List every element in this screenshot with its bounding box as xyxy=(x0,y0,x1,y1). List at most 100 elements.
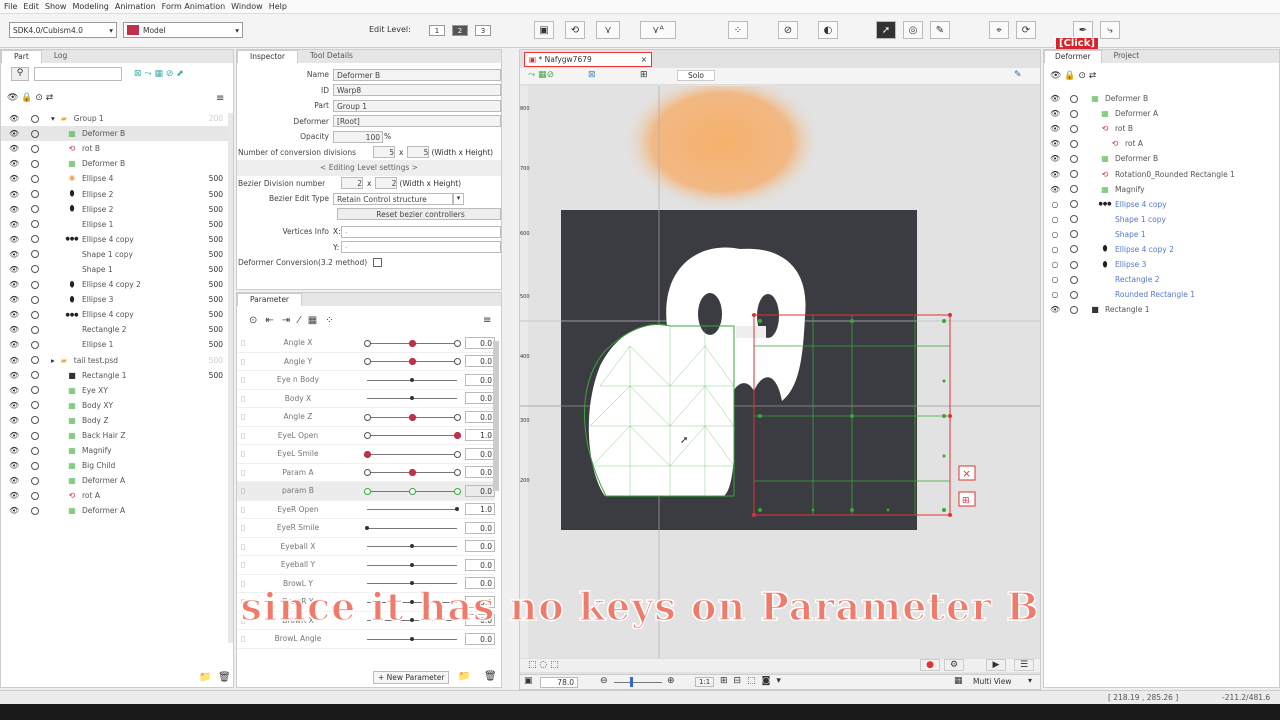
multi-view-label[interactable]: Multi View xyxy=(973,677,1012,686)
lock-toggle[interactable] xyxy=(31,371,39,380)
lock-toggle[interactable] xyxy=(31,446,39,455)
pin-icon[interactable]: ✎ xyxy=(1014,70,1022,80)
deformer-row[interactable]: 👁 ▦ Deformer A xyxy=(1044,106,1274,121)
part-row[interactable]: 👁 ●●● Ellipse 4 copy 500 xyxy=(1,307,231,322)
menu-item-window[interactable]: Window xyxy=(231,2,263,11)
eye-icon[interactable]: ○ xyxy=(1050,215,1060,224)
tab-project[interactable]: Project xyxy=(1102,50,1152,63)
parameter-slider[interactable] xyxy=(364,430,462,440)
conv-height-field[interactable]: 5 xyxy=(407,146,430,159)
mask-button[interactable]: ◐ xyxy=(818,21,838,39)
eye-icon[interactable]: 👁 xyxy=(9,310,19,319)
parameter-value-field[interactable]: 1.0 xyxy=(465,503,495,516)
deformer-row[interactable]: ○ Rounded Rectangle 1 xyxy=(1044,287,1274,302)
parameter-value-field[interactable]: 1.0 xyxy=(465,429,495,442)
eye-icon[interactable]: ○ xyxy=(1050,245,1060,254)
parameter-value-field[interactable]: 0.0 xyxy=(465,558,495,571)
eye-icon[interactable]: 👁 xyxy=(9,340,19,349)
bez-width-field[interactable]: 2 xyxy=(341,177,363,190)
eye-icon[interactable]: ○ xyxy=(1050,290,1060,299)
reset-bezier-button[interactable]: Reset bezier controllers xyxy=(337,208,501,221)
canvas-tab[interactable]: ▣ * Nafygw7679 × xyxy=(524,52,652,67)
parameter-value-field[interactable]: 0.0 xyxy=(465,447,495,460)
eye-icon[interactable]: 👁 xyxy=(9,144,19,153)
keyform-marker[interactable] xyxy=(454,358,462,366)
deformer-row[interactable]: ○ Rectangle 2 xyxy=(1044,272,1274,287)
mesh-icon[interactable]: ⊞ xyxy=(640,70,648,80)
eye-icon[interactable]: ○ xyxy=(1050,275,1060,284)
parameter-value-field[interactable]: 0.0 xyxy=(465,373,495,386)
lock-toggle[interactable] xyxy=(31,144,39,153)
trash-icon[interactable]: 🗑 xyxy=(484,671,497,682)
lock-toggle[interactable] xyxy=(31,401,39,410)
canvas-artwork[interactable]: × ⊞ ➚ xyxy=(520,86,1040,658)
part-row[interactable]: 👁 ■ Rectangle 1 500 xyxy=(1,368,231,383)
lock-toggle[interactable] xyxy=(31,265,39,274)
eye-icon[interactable]: 👁 xyxy=(1050,94,1060,103)
lock-toggle[interactable] xyxy=(1070,109,1078,118)
transform-tool-button[interactable]: ⟳ xyxy=(1016,21,1036,39)
lock-toggle[interactable] xyxy=(1070,139,1078,148)
user-data-button[interactable]: ▣ xyxy=(534,21,554,39)
part-scrollbar[interactable] xyxy=(228,113,233,643)
part-row[interactable]: 👁 ●●● Ellipse 4 copy 500 xyxy=(1,232,231,247)
parameter-value-field[interactable]: 0.0 xyxy=(465,466,495,479)
rotation-deformer-button[interactable]: ⟲ xyxy=(565,21,585,39)
eye-icon[interactable]: 👁 xyxy=(9,174,19,183)
part-row[interactable]: 👁 ⬮ Ellipse 2 500 xyxy=(1,202,231,217)
keyform-marker[interactable] xyxy=(409,487,417,495)
slider-handle[interactable] xyxy=(409,413,417,421)
slider-handle[interactable] xyxy=(410,377,415,382)
eye-icon[interactable]: 👁 xyxy=(1050,124,1060,133)
list-icon[interactable]: ☰ xyxy=(1014,659,1034,671)
slider-handle[interactable] xyxy=(409,469,417,477)
close-icon[interactable]: × xyxy=(641,53,647,67)
auto-mesh-button[interactable]: ⋎ᴬ xyxy=(640,21,676,39)
id-field[interactable]: Warp8 xyxy=(333,84,501,97)
eye-icon[interactable]: 👁 xyxy=(1050,139,1060,148)
part-row[interactable]: 👁 ⬮ Ellipse 4 copy 2 500 xyxy=(1,277,231,292)
part-field[interactable]: Group 1 xyxy=(333,99,501,112)
chevron-down-icon[interactable]: ▾ xyxy=(1028,676,1032,685)
eye-icon[interactable]: 👁 xyxy=(9,325,19,334)
eye-icon[interactable]: 👁 xyxy=(9,401,19,410)
record-icon[interactable]: ● xyxy=(920,659,940,671)
part-row[interactable]: 👁 ▦ Big Child xyxy=(1,458,231,473)
part-row[interactable]: 👁 ▦ Deformer A xyxy=(1,473,231,488)
lock-toggle[interactable] xyxy=(1070,245,1078,254)
parameter-slider[interactable] xyxy=(364,486,462,496)
grid-icon[interactable]: ⊠ xyxy=(588,70,596,80)
lock-toggle[interactable] xyxy=(1070,170,1078,179)
play-icon[interactable]: ▶ xyxy=(986,659,1006,671)
eye-icon[interactable]: ○ xyxy=(1050,230,1060,239)
eye-icon[interactable]: 👁 xyxy=(9,491,19,500)
eye-icon[interactable]: 👁 xyxy=(9,416,19,425)
mode-select[interactable]: Model ▾ xyxy=(123,22,243,38)
deformer-row[interactable]: ○ ⬮ Ellipse 4 copy 2 xyxy=(1044,242,1274,257)
keyform-marker[interactable] xyxy=(364,487,372,495)
slider-handle[interactable] xyxy=(409,339,417,347)
warp-deformer-button[interactable]: ⋎ xyxy=(596,21,620,39)
deformer-row[interactable]: 👁 ▦ Magnify xyxy=(1044,182,1274,197)
slider-handle[interactable] xyxy=(365,525,370,530)
new-folder-icon[interactable]: 📁 xyxy=(199,672,211,683)
part-row[interactable]: 👁 ⬮ Ellipse 2 500 xyxy=(1,186,231,201)
deformer-row[interactable]: 👁 ⟲ rot B xyxy=(1044,121,1274,136)
part-row[interactable]: 👁 ▦ Body Z xyxy=(1,413,231,428)
menu-item-modeling[interactable]: Modeling xyxy=(72,2,108,11)
bez-height-field[interactable]: 2 xyxy=(375,177,398,190)
menu-icon[interactable]: ≡ xyxy=(483,315,491,326)
parameter-slider[interactable] xyxy=(364,467,462,477)
part-row[interactable]: 👁 ▦ Deformer A xyxy=(1,503,231,518)
keyform-marker[interactable] xyxy=(454,487,462,495)
part-row[interactable]: 👁 ▦ Back Hair Z xyxy=(1,428,231,443)
parameter-slider[interactable] xyxy=(367,504,460,514)
edit-level-3[interactable]: 3 xyxy=(475,25,491,36)
canvas-tool-icons[interactable]: ⤳ ▦⊘ xyxy=(528,70,554,80)
zoom-slider[interactable] xyxy=(614,682,662,683)
eye-icon[interactable]: 👁 xyxy=(9,386,19,395)
eye-icon[interactable]: 👁 xyxy=(9,446,19,455)
slider-handle[interactable] xyxy=(410,636,415,641)
menu-item-animation[interactable]: Animation xyxy=(115,2,156,11)
eye-icon[interactable]: 👁 xyxy=(9,190,19,199)
